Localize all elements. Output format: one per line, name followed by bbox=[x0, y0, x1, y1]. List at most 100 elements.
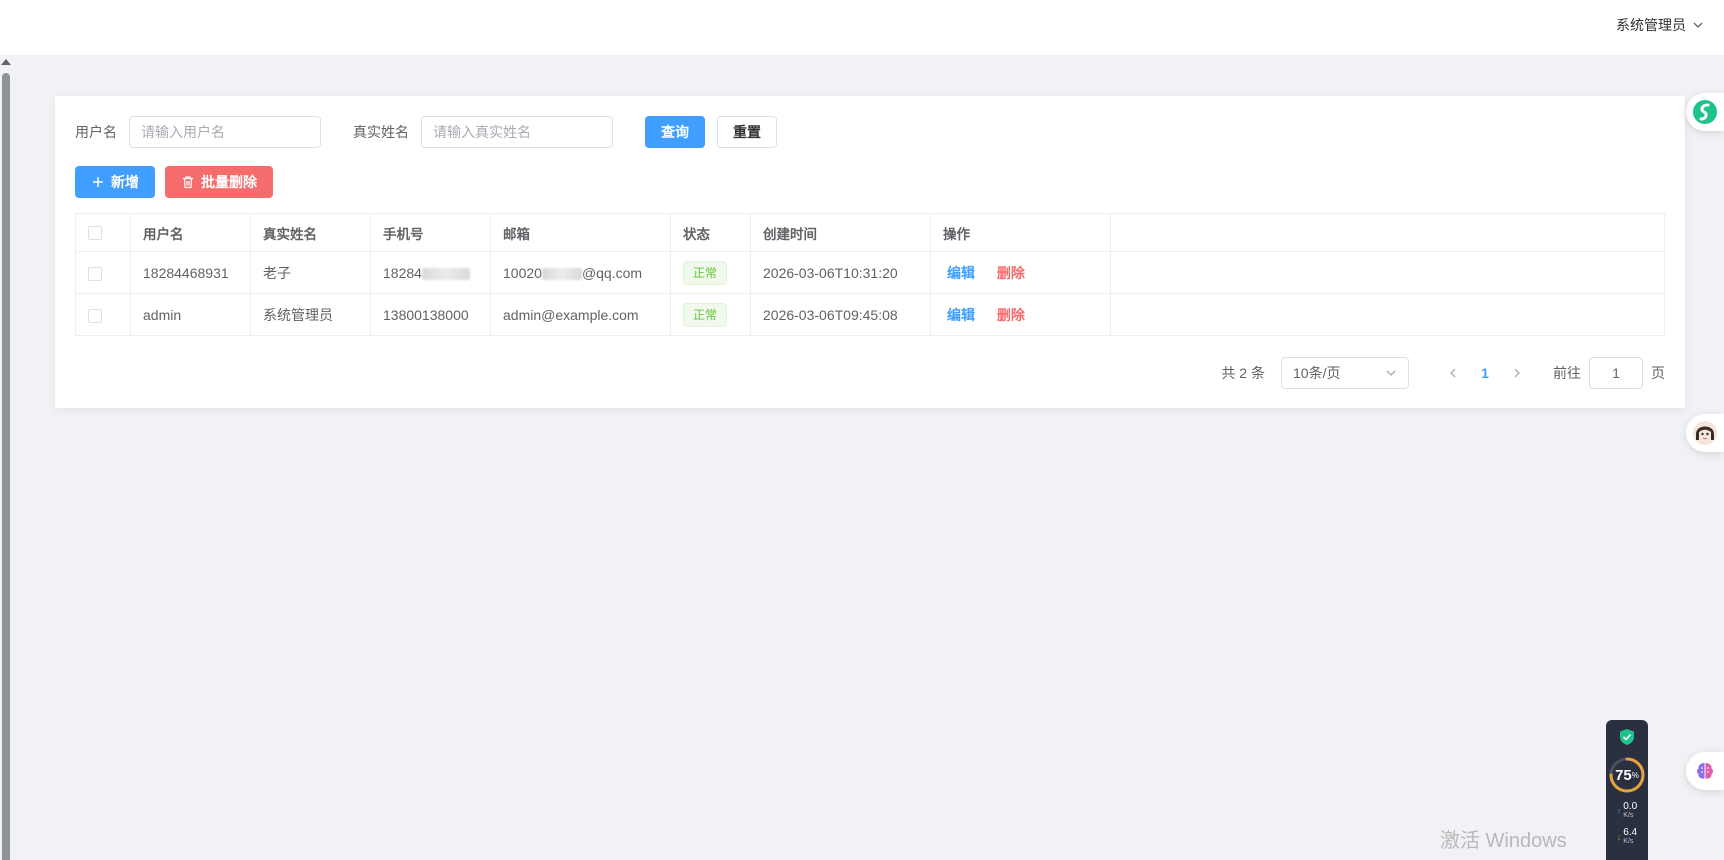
avatar-girl-icon bbox=[1693, 421, 1717, 445]
search-form: 用户名 真实姓名 查询 重置 bbox=[75, 116, 777, 148]
delete-link[interactable]: 删除 bbox=[997, 265, 1025, 281]
plus-icon bbox=[93, 177, 103, 187]
status-badge: 正常 bbox=[683, 302, 728, 327]
row-select-cell bbox=[75, 251, 131, 294]
cell-email: admin@example.com bbox=[490, 293, 671, 336]
cell-actions: 编辑 删除 bbox=[930, 251, 1111, 294]
download-speed: ↓ 6.4 K/s bbox=[1608, 828, 1646, 846]
realname-search-input[interactable] bbox=[421, 116, 613, 148]
brain-icon bbox=[1697, 763, 1713, 779]
column-header-created: 创建时间 bbox=[750, 213, 931, 252]
column-header-email: 邮箱 bbox=[490, 213, 671, 252]
table-row: 18284468931 老子 18284 10020 @qq.com 正常 202… bbox=[75, 251, 1665, 294]
row-checkbox[interactable] bbox=[88, 308, 102, 323]
cell-realname: 系统管理员 bbox=[250, 293, 371, 336]
search-button[interactable]: 查询 bbox=[645, 116, 705, 148]
delete-link[interactable]: 删除 bbox=[997, 307, 1025, 323]
table-filler-cell bbox=[1110, 213, 1665, 252]
upload-speed: ↑ 0.0 K/s bbox=[1608, 802, 1646, 820]
page-suffix-label: 页 bbox=[1651, 365, 1665, 381]
table-filler-cell bbox=[1110, 251, 1665, 294]
goto-page-input[interactable] bbox=[1589, 357, 1643, 389]
cell-actions: 编辑 删除 bbox=[930, 293, 1111, 336]
cell-realname: 老子 bbox=[250, 251, 371, 294]
floating-assistant-logo[interactable] bbox=[1686, 93, 1724, 131]
user-table: 用户名 真实姓名 手机号 邮箱 状态 创建时间 操作 18284468931 老… bbox=[75, 213, 1665, 336]
row-checkbox[interactable] bbox=[88, 266, 102, 281]
top-bar: 系统管理员 bbox=[0, 0, 1724, 55]
column-header-phone: 手机号 bbox=[370, 213, 491, 252]
page-size-select[interactable]: 10条/页 bbox=[1281, 357, 1409, 389]
scrollbar-thumb[interactable] bbox=[2, 73, 10, 860]
batch-delete-button[interactable]: 批量删除 bbox=[165, 166, 273, 198]
cpu-gauge-label: 75% bbox=[1608, 756, 1646, 794]
floating-avatar-button[interactable] bbox=[1686, 414, 1724, 452]
batch-delete-label: 批量删除 bbox=[201, 174, 257, 190]
email-visible-suffix: @qq.com bbox=[581, 264, 643, 281]
email-redaction bbox=[541, 267, 582, 280]
download-arrow-icon: ↓ bbox=[1616, 831, 1622, 842]
cpu-percent-sign: % bbox=[1631, 770, 1639, 780]
user-list-card: 用户名 真实姓名 查询 重置 新增 批量删除 用户名 真实姓名 手机号 邮箱 状… bbox=[55, 96, 1685, 408]
cell-phone: 18284 bbox=[370, 251, 491, 294]
cell-username: 18284468931 bbox=[130, 251, 251, 294]
cell-email: 10020 @qq.com bbox=[490, 251, 671, 294]
upload-value-block: 0.0 K/s bbox=[1623, 802, 1637, 820]
cell-status: 正常 bbox=[670, 251, 751, 294]
add-user-label: 新增 bbox=[111, 174, 139, 190]
floating-brain-button[interactable] bbox=[1686, 752, 1724, 790]
trash-icon bbox=[183, 176, 193, 189]
upload-arrow-icon: ↑ bbox=[1616, 805, 1622, 816]
column-header-actions: 操作 bbox=[930, 213, 1111, 252]
realname-filter-label: 真实姓名 bbox=[353, 124, 409, 140]
windows-activation-watermark: 激活 Windows bbox=[1440, 830, 1567, 852]
cpu-gauge: 75% bbox=[1608, 756, 1646, 794]
cell-username: admin bbox=[130, 293, 251, 336]
column-header-realname: 真实姓名 bbox=[250, 213, 371, 252]
system-monitor-widget[interactable]: 75% ↑ 0.0 K/s ↓ 6.4 K/s bbox=[1606, 720, 1648, 860]
table-row: admin 系统管理员 13800138000 admin@example.co… bbox=[75, 293, 1665, 336]
user-menu[interactable]: 系统管理员 bbox=[1616, 14, 1704, 36]
table-header-row: 用户名 真实姓名 手机号 邮箱 状态 创建时间 操作 bbox=[75, 213, 1665, 252]
next-page-button[interactable] bbox=[1501, 357, 1533, 389]
chevron-right-icon bbox=[1514, 368, 1520, 378]
chevron-left-icon bbox=[1450, 368, 1456, 378]
shield-check-icon bbox=[1620, 729, 1634, 745]
prev-page-button[interactable] bbox=[1437, 357, 1469, 389]
download-value-block: 6.4 K/s bbox=[1623, 828, 1637, 846]
edit-link[interactable]: 编辑 bbox=[947, 265, 975, 281]
edit-link[interactable]: 编辑 bbox=[947, 307, 975, 323]
reset-button[interactable]: 重置 bbox=[717, 116, 777, 148]
pagination: 共 2 条 10条/页 1 前往 页 bbox=[1221, 357, 1665, 389]
cell-created: 2026-03-06T10:31:20 bbox=[750, 251, 931, 294]
table-filler-cell bbox=[1110, 293, 1665, 336]
goto-label: 前往 bbox=[1553, 365, 1581, 381]
scroll-up-arrow-icon[interactable] bbox=[1, 59, 11, 65]
column-header-username: 用户名 bbox=[130, 213, 251, 252]
phone-visible-part: 18284 bbox=[383, 264, 422, 281]
page-scrollbar[interactable] bbox=[0, 55, 12, 860]
pagination-total: 共 2 条 bbox=[1221, 365, 1265, 381]
page-size-value: 10条/页 bbox=[1293, 365, 1341, 381]
row-select-cell bbox=[75, 293, 131, 336]
chevron-down-icon bbox=[1386, 370, 1396, 376]
toolbar: 新增 批量删除 bbox=[75, 166, 273, 198]
column-header-status: 状态 bbox=[670, 213, 751, 252]
status-badge: 正常 bbox=[683, 260, 728, 285]
email-visible-prefix: 10020 bbox=[503, 264, 542, 281]
cell-status: 正常 bbox=[670, 293, 751, 336]
add-user-button[interactable]: 新增 bbox=[75, 166, 155, 198]
download-unit: K/s bbox=[1623, 838, 1634, 845]
select-all-cell bbox=[75, 213, 131, 252]
select-all-checkbox[interactable] bbox=[88, 226, 102, 241]
user-name: 系统管理员 bbox=[1616, 17, 1686, 33]
cell-created: 2026-03-06T09:45:08 bbox=[750, 293, 931, 336]
cell-phone: 13800138000 bbox=[370, 293, 491, 336]
upload-unit: K/s bbox=[1623, 812, 1634, 819]
phone-redaction bbox=[421, 267, 470, 280]
green-swirl-logo-icon bbox=[1693, 100, 1717, 124]
username-filter-label: 用户名 bbox=[75, 124, 117, 140]
cpu-percent: 75 bbox=[1615, 766, 1632, 784]
page-number-current[interactable]: 1 bbox=[1469, 365, 1501, 381]
username-search-input[interactable] bbox=[129, 116, 321, 148]
